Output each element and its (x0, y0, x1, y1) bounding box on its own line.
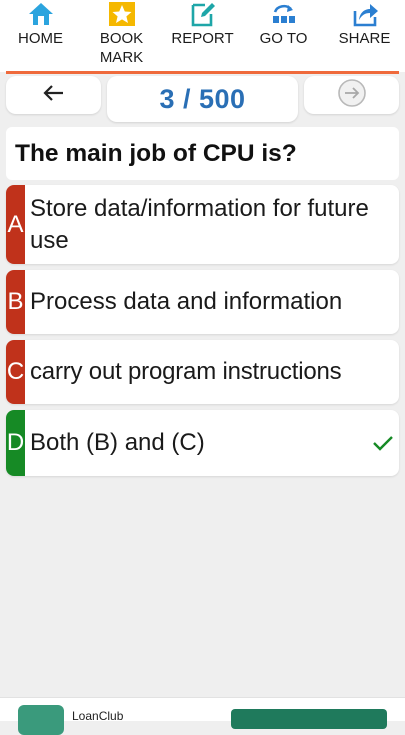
star-bookmark-icon (107, 0, 137, 28)
home-button[interactable]: HOME (3, 0, 79, 72)
report-button[interactable]: REPORT (165, 0, 241, 72)
edit-report-icon (188, 0, 218, 28)
toolbar-accent-line (6, 71, 399, 74)
question-text: The main job of CPU is? (15, 139, 297, 167)
arrow-left-icon (42, 84, 65, 107)
option-letter: C (6, 340, 25, 404)
ad-cta-button[interactable] (231, 709, 387, 729)
report-label: REPORT (171, 30, 234, 47)
option-text: Both (B) and (C) (30, 429, 205, 456)
next-button[interactable] (304, 76, 399, 114)
bookmark-label: BOOK MARK (99, 30, 144, 66)
top-toolbar: HOME BOOK MARK REPORT GO TO SHARE (0, 0, 405, 72)
question-counter: 3 / 500 (107, 76, 298, 122)
option-text: carry out program instructions (30, 358, 342, 385)
option-letter: B (6, 270, 25, 334)
option-text: Store data/information for future use (30, 194, 369, 254)
share-button[interactable]: SHARE (327, 0, 403, 72)
option-d[interactable]: D Both (B) and (C) (6, 410, 399, 476)
goto-label: GO TO (259, 30, 308, 47)
bookmark-button[interactable]: BOOK MARK (84, 0, 160, 72)
home-icon (26, 0, 56, 28)
arrow-right-circle-icon (337, 78, 367, 113)
question-navigation: 3 / 500 (0, 76, 405, 122)
option-letter: A (6, 185, 25, 264)
check-icon (371, 410, 395, 476)
option-text: Process data and information (30, 288, 343, 315)
goto-icon (269, 0, 299, 28)
option-b[interactable]: B Process data and information (6, 270, 399, 334)
ad-logo (18, 705, 64, 735)
home-label: HOME (18, 30, 63, 47)
ad-banner[interactable]: LoanClub (0, 697, 405, 735)
question-card: The main job of CPU is? (6, 127, 399, 180)
previous-button[interactable] (6, 76, 101, 114)
option-c[interactable]: C carry out program instructions (6, 340, 399, 404)
share-label: SHARE (338, 30, 391, 47)
counter-text: 3 / 500 (159, 83, 246, 114)
option-letter: D (6, 410, 25, 476)
goto-button[interactable]: GO TO (246, 0, 322, 72)
share-icon (350, 0, 380, 28)
ad-name: LoanClub (72, 709, 124, 723)
option-a[interactable]: A Store data/information for future use (6, 185, 399, 264)
